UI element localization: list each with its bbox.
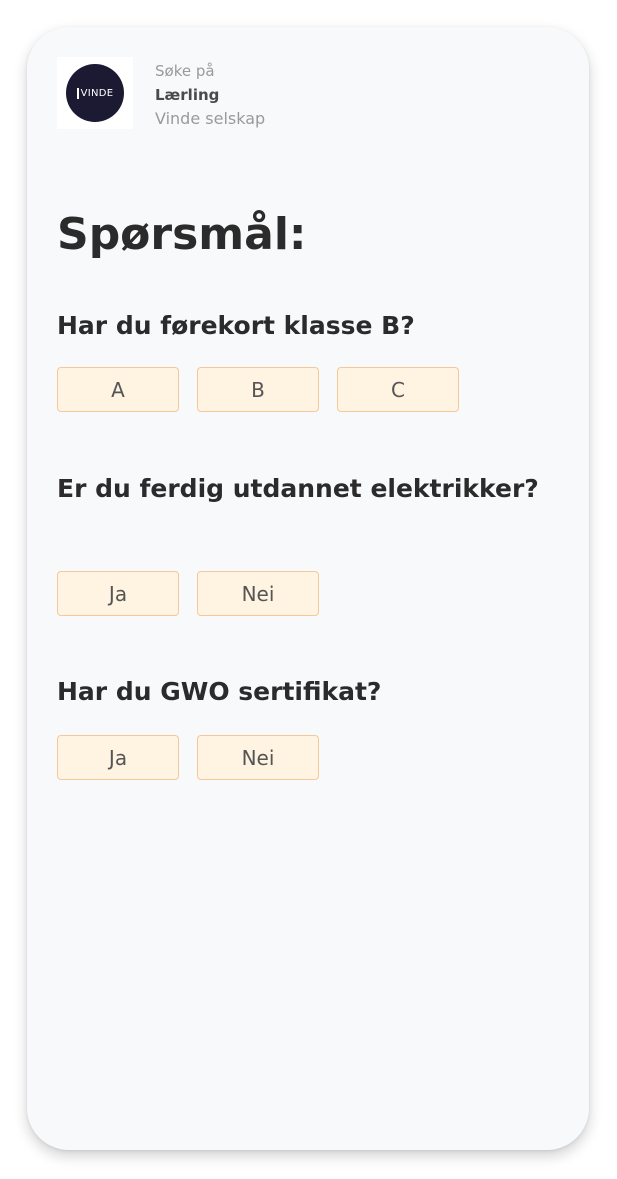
option-b-button[interactable]: B <box>197 367 319 412</box>
company-logo-text: VINDE <box>80 87 114 99</box>
company-logo-badge: VINDE <box>66 64 124 122</box>
company-name: Vinde selskap <box>155 109 266 128</box>
apply-for-label: Søke på <box>155 62 215 80</box>
options-drivers-license: A B C <box>57 367 459 412</box>
question-gwo-certificate: Har du GWO sertifikat? <box>57 677 382 706</box>
application-card: VINDE Søke på Lærling Vinde selskap Spør… <box>27 27 589 1150</box>
page-title: Spørsmål: <box>57 209 307 260</box>
job-header: VINDE Søke på Lærling Vinde selskap <box>57 57 265 131</box>
option-yes-button[interactable]: Ja <box>57 735 179 780</box>
job-title: Lærling <box>155 86 220 104</box>
option-no-button[interactable]: Nei <box>197 735 319 780</box>
option-no-button[interactable]: Nei <box>197 571 319 616</box>
logo-bar-icon <box>76 87 79 99</box>
company-logo: VINDE <box>57 57 133 129</box>
options-gwo-certificate: Ja Nei <box>57 735 319 780</box>
question-drivers-license: Har du førekort klasse B? <box>57 311 415 340</box>
option-c-button[interactable]: C <box>337 367 459 412</box>
option-yes-button[interactable]: Ja <box>57 571 179 616</box>
question-electrician: Er du ferdig utdannet elektrikker? <box>57 474 539 503</box>
job-info: Søke på Lærling Vinde selskap <box>155 59 265 131</box>
options-electrician: Ja Nei <box>57 571 319 616</box>
option-a-button[interactable]: A <box>57 367 179 412</box>
